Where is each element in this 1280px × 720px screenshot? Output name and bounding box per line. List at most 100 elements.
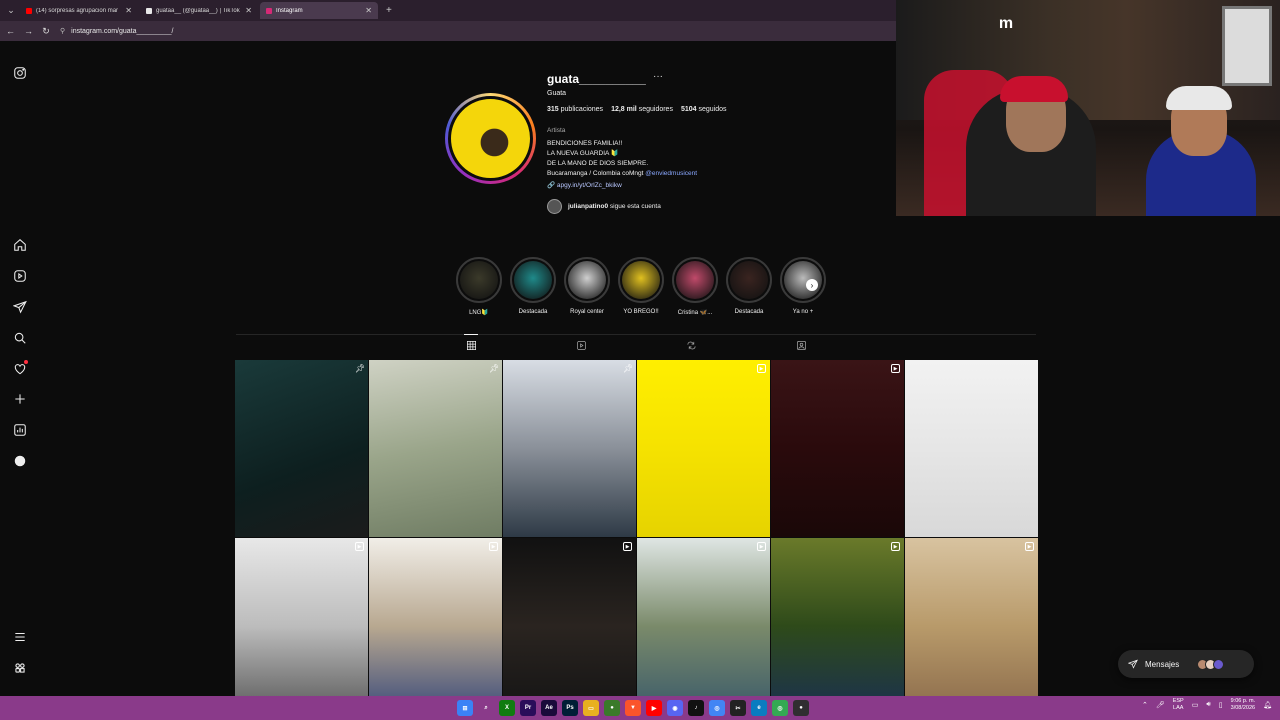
tab-list-icon[interactable]: ⌄ bbox=[4, 4, 18, 18]
chevron-up-icon[interactable]: ⌃ bbox=[1142, 701, 1148, 709]
story-highlight[interactable]: Cristina 🦋... bbox=[672, 257, 718, 316]
create-plus-icon[interactable] bbox=[12, 391, 27, 406]
profile-tabs bbox=[236, 334, 1036, 356]
story-highlight[interactable]: YO BREGO!! bbox=[618, 257, 664, 316]
profile-avatar[interactable] bbox=[445, 93, 536, 184]
post-thumbnail[interactable]: 📌︎ bbox=[235, 360, 368, 537]
post-thumbnail[interactable]: ▶ bbox=[771, 360, 904, 537]
story-highlight[interactable]: Destacada bbox=[510, 257, 556, 316]
tiktok-icon[interactable]: ♪ bbox=[688, 700, 704, 716]
reels-icon[interactable] bbox=[12, 268, 27, 283]
post-thumbnail[interactable]: ▶ bbox=[503, 538, 636, 715]
battery-icon[interactable]: ▯ bbox=[1219, 701, 1223, 709]
app-green-icon[interactable]: ● bbox=[604, 700, 620, 716]
messages-button[interactable]: Mensajes bbox=[1118, 650, 1254, 678]
bio-external-link[interactable]: 🔗 apgy.in/yt/OrlZc_bkikw bbox=[547, 181, 697, 191]
chrome-icon[interactable]: ◎ bbox=[709, 700, 725, 716]
address-bar: ← → ↻ ⚲ instagram.com/guata_________/ bbox=[0, 21, 896, 41]
pinned-icon: 📌︎ bbox=[489, 364, 500, 373]
microphone-icon[interactable]: 🎤︎ bbox=[1156, 701, 1165, 709]
premiere-icon[interactable]: Pr bbox=[520, 700, 536, 716]
notifications-heart-icon[interactable] bbox=[12, 360, 28, 376]
notifications-icon[interactable]: 🔔︎ bbox=[1263, 701, 1272, 709]
language-indicator[interactable]: ESP LAA bbox=[1173, 698, 1184, 712]
instagram-sidebar bbox=[0, 41, 40, 696]
close-icon[interactable]: ✕ bbox=[125, 6, 132, 15]
post-thumbnail[interactable]: ▶ bbox=[637, 360, 770, 537]
profile-avatar-icon[interactable] bbox=[12, 453, 27, 468]
keyboard-layout: LAA bbox=[1173, 705, 1184, 711]
post-thumbnail[interactable]: ▶ bbox=[771, 538, 904, 715]
post-thumbnail[interactable] bbox=[905, 360, 1038, 537]
back-icon[interactable]: ← bbox=[6, 26, 15, 36]
menu-icon[interactable] bbox=[12, 629, 27, 644]
tab-posts[interactable] bbox=[464, 334, 478, 356]
browser-tab-instagram[interactable]: Instagram ✕ bbox=[260, 2, 378, 19]
instagram-logo-icon[interactable] bbox=[12, 65, 27, 80]
bio-line: BENDICIONES FAMILIA!! bbox=[547, 140, 623, 147]
story-highlight[interactable]: Destacada bbox=[726, 257, 772, 316]
also-from-meta-icon[interactable] bbox=[12, 660, 27, 675]
xbox-icon[interactable]: X bbox=[499, 700, 515, 716]
highlight-thumbnail bbox=[568, 261, 606, 299]
tab-reposts[interactable] bbox=[684, 334, 698, 356]
bio-mention-link[interactable]: @enviedmusicent bbox=[645, 170, 697, 177]
search-icon[interactable]: ⌕ bbox=[478, 700, 494, 716]
after-effects-icon[interactable]: Ae bbox=[541, 700, 557, 716]
url-field[interactable]: instagram.com/guata_________/ bbox=[71, 28, 173, 35]
brave-icon[interactable]: ▼ bbox=[625, 700, 641, 716]
explorer-icon[interactable]: ▭ bbox=[583, 700, 599, 716]
tab-tagged[interactable] bbox=[794, 334, 808, 356]
story-highlights: LNG🔰 Destacada Royal center YO BREGO!! C… bbox=[456, 257, 826, 316]
clock[interactable]: 9:06 p. m. 3/08/2026 bbox=[1231, 698, 1255, 712]
edge-icon[interactable]: e bbox=[751, 700, 767, 716]
site-info-icon[interactable]: ⚲ bbox=[60, 27, 65, 35]
more-options-icon[interactable]: ··· bbox=[653, 71, 663, 82]
tab-reels[interactable] bbox=[574, 334, 588, 356]
following-number: 5104 bbox=[680, 106, 697, 113]
direct-messages-icon bbox=[1128, 659, 1138, 669]
post-thumbnail[interactable]: ▶ bbox=[637, 538, 770, 715]
youtube-icon[interactable]: ▶ bbox=[646, 700, 662, 716]
following-count[interactable]: 5104 seguidos bbox=[681, 106, 727, 113]
followers-count[interactable]: 12,8 mil seguidores bbox=[611, 106, 673, 113]
story-highlight[interactable]: LNG🔰 bbox=[456, 257, 502, 316]
reel-icon: ▶ bbox=[355, 542, 364, 551]
reload-icon[interactable]: ↻ bbox=[42, 26, 50, 37]
neon-logo-icon: m bbox=[998, 15, 1014, 32]
home-icon[interactable] bbox=[12, 237, 27, 252]
network-icon[interactable]: ▭ bbox=[1192, 701, 1199, 709]
discord-icon[interactable]: ◉ bbox=[667, 700, 683, 716]
post-thumbnail[interactable]: ▶ bbox=[235, 538, 368, 715]
direct-messages-icon[interactable] bbox=[12, 299, 27, 314]
photoshop-icon[interactable]: Ps bbox=[562, 700, 578, 716]
chrome-2-icon[interactable]: ◎ bbox=[772, 700, 788, 716]
reel-icon: ▶ bbox=[891, 542, 900, 551]
windows-icon[interactable]: ⊞ bbox=[457, 700, 473, 716]
wall-picture bbox=[1222, 6, 1272, 86]
search-icon[interactable] bbox=[12, 330, 27, 345]
post-thumbnail[interactable]: 📌︎ bbox=[369, 360, 502, 537]
close-icon[interactable]: ✕ bbox=[245, 6, 252, 15]
post-thumbnail[interactable]: 📌︎ bbox=[503, 360, 636, 537]
story-highlight[interactable]: Royal center bbox=[564, 257, 610, 316]
new-tab-button[interactable]: + bbox=[380, 5, 398, 16]
browser-tab-tiktok[interactable]: guataa__ (@guataa__) | TikTok ✕ bbox=[140, 2, 258, 19]
close-icon[interactable]: ✕ bbox=[365, 6, 372, 15]
dashboard-icon[interactable] bbox=[12, 422, 27, 437]
highlight-label: Ya no + bbox=[792, 309, 814, 315]
forward-icon[interactable]: → bbox=[24, 26, 33, 36]
reel-icon: ▶ bbox=[1025, 542, 1034, 551]
bio-line: Bucaramanga / Colombia coMngt @enviedmus… bbox=[547, 169, 697, 179]
story-highlight[interactable]: Ya no + bbox=[780, 257, 826, 316]
followed-by[interactable]: julianpatino0 sigue esta cuenta bbox=[547, 199, 661, 214]
webcam-overlay: m bbox=[896, 0, 1280, 216]
highlights-next-icon[interactable]: › bbox=[806, 279, 818, 291]
obs-icon[interactable]: ● bbox=[793, 700, 809, 716]
post-thumbnail[interactable]: ▶ bbox=[369, 538, 502, 715]
highlight-thumbnail bbox=[730, 261, 768, 299]
volume-icon[interactable]: 🔊︎ bbox=[1206, 701, 1210, 709]
capcut-icon[interactable]: ✂ bbox=[730, 700, 746, 716]
post-thumbnail[interactable]: ▶ bbox=[905, 538, 1038, 715]
browser-tab-youtube[interactable]: (14) sorpresas agrupacion mar ✕ bbox=[20, 2, 138, 19]
